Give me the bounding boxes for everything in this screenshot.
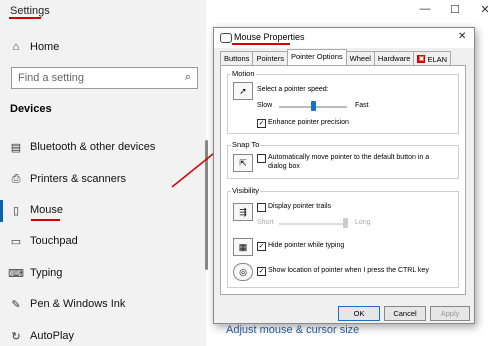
dialog-title-annotation-underline [232, 43, 290, 45]
trail-length-slider[interactable] [343, 218, 348, 228]
visibility-group-label: Visibility [231, 186, 260, 195]
fast-label: Fast [355, 102, 369, 109]
hide-pointer-label: Hide pointer while typing [268, 242, 345, 249]
show-location-icon: ◎ [233, 263, 253, 281]
show-location-checkbox[interactable]: ✓ [257, 267, 266, 276]
tab-hardware[interactable]: Hardware [373, 51, 415, 66]
hide-pointer-icon: ▦ [233, 238, 253, 256]
apply-button[interactable]: Apply [430, 306, 470, 321]
tab-pointer-options[interactable]: Pointer Options [286, 49, 347, 66]
snap-to-icon: ⇱ [233, 154, 253, 172]
pointer-trails-icon: ⇶ [233, 203, 253, 221]
enhance-precision-label: Enhance pointer precision [268, 119, 349, 126]
long-label: Long [355, 219, 371, 226]
snap-to-group-label: Snap To [231, 140, 261, 149]
dialog-close-button[interactable]: ✕ [458, 31, 466, 42]
cancel-button[interactable]: Cancel [384, 306, 426, 321]
pointer-speed-slider[interactable] [311, 101, 316, 111]
pointer-trails-label: Display pointer trails [268, 203, 332, 210]
tab-pointers[interactable]: Pointers [252, 51, 288, 66]
pointer-speed-label: Select a pointer speed: [257, 86, 329, 93]
trail-length-track [279, 223, 347, 225]
pointer-speed-icon: ➚ [233, 82, 253, 100]
dialog-tabs: Buttons Pointers Pointer Options Wheel H… [220, 49, 452, 66]
mouse-properties-dialog: Mouse Properties ✕ Buttons Pointers Poin… [213, 27, 475, 324]
enhance-precision-checkbox[interactable]: ✓ [257, 119, 266, 128]
tab-buttons[interactable]: Buttons [220, 51, 254, 66]
hide-pointer-checkbox[interactable]: ✓ [257, 242, 266, 251]
dialog-title: Mouse Properties [234, 32, 305, 42]
motion-group-label: Motion [231, 69, 256, 78]
pointer-trails-checkbox[interactable] [257, 203, 266, 212]
mouse-dialog-icon [220, 33, 232, 43]
slow-label: Slow [257, 102, 273, 109]
ok-button[interactable]: OK [338, 306, 380, 321]
tab-elan[interactable]: ▣ ELAN [413, 51, 452, 66]
elan-icon: ▣ [417, 55, 426, 63]
tab-elan-label: ELAN [427, 54, 448, 64]
short-label: Short [257, 219, 274, 226]
pointer-options-panel: Motion ➚ Select a pointer speed: Slow Fa… [220, 65, 466, 295]
show-location-label: Show location of pointer when I press th… [268, 267, 429, 274]
tab-wheel[interactable]: Wheel [345, 51, 375, 66]
snap-to-checkbox[interactable] [257, 154, 266, 163]
snap-to-label: Automatically move pointer to the defaul… [268, 154, 430, 170]
